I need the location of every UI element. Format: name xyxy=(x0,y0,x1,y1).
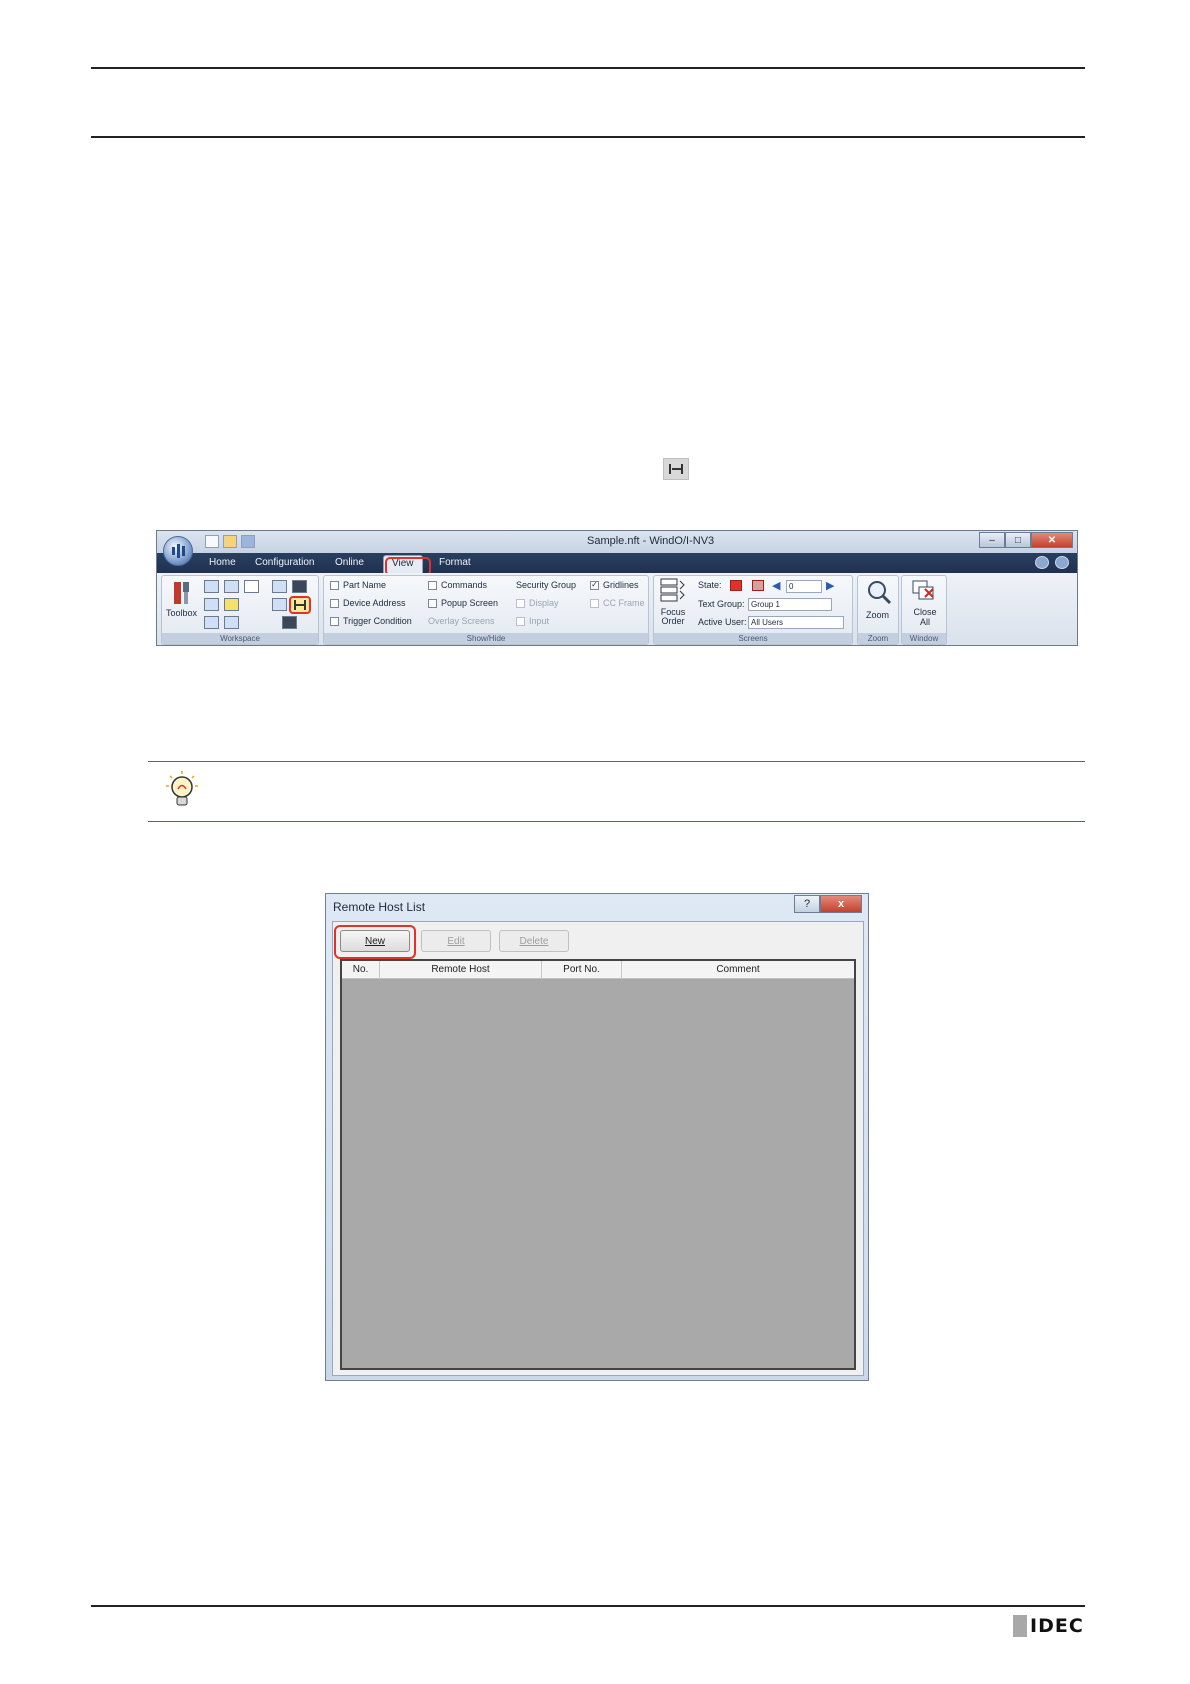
logo-text: IDEC xyxy=(1030,1615,1084,1637)
checkbox-input: Input xyxy=(516,616,549,626)
network-icon[interactable] xyxy=(224,616,239,629)
tab-online[interactable]: Online xyxy=(335,557,364,568)
ribbon-body: Toolbox Workspace Part Name Device Addre… xyxy=(157,573,1077,645)
footer-rule xyxy=(91,1605,1085,1607)
new-button[interactable]: New xyxy=(340,930,410,952)
search-window-icon[interactable] xyxy=(272,598,287,611)
idec-logo: IDEC xyxy=(1013,1615,1084,1637)
logo-mark xyxy=(1013,1615,1027,1637)
overlay-screens-label: Overlay Screens xyxy=(428,616,495,626)
header-rule-bottom xyxy=(91,136,1085,138)
column-no[interactable]: No. xyxy=(342,961,380,979)
minimize-icon[interactable]: – xyxy=(979,532,1005,548)
group-window: Close All Window xyxy=(901,575,947,645)
language-icon[interactable] xyxy=(1035,556,1049,569)
delete-button[interactable]: Delete xyxy=(499,930,569,952)
checkbox-part-name[interactable]: Part Name xyxy=(330,580,386,590)
ribbon-screenshot: Sample.nft - WindO/I-NV3 – □ ✕ Home Conf… xyxy=(156,530,1078,646)
group-show-hide: Part Name Device Address Trigger Conditi… xyxy=(323,575,649,645)
active-user-select[interactable]: All Users xyxy=(748,616,844,629)
column-port-no[interactable]: Port No. xyxy=(542,961,622,979)
state-label: State: xyxy=(698,580,722,590)
checkbox-popup-screen[interactable]: Popup Screen xyxy=(428,598,498,608)
tab-home[interactable]: Home xyxy=(209,557,236,568)
ribbon-tabs: Home Configuration Online View Format xyxy=(157,553,1077,573)
tip-rule-top xyxy=(148,761,1085,762)
zoom-button-label[interactable]: Zoom xyxy=(866,610,889,620)
overview-icon[interactable] xyxy=(204,598,219,611)
new-file-icon[interactable] xyxy=(205,535,219,548)
save-icon[interactable] xyxy=(241,535,255,548)
tag-icon[interactable] xyxy=(224,598,239,611)
toolbox-icon[interactable] xyxy=(172,580,194,606)
quick-access-toolbar xyxy=(205,535,255,548)
property-icon[interactable] xyxy=(224,580,239,593)
table-header: No. Remote Host Port No. Comment xyxy=(342,961,854,979)
magnifier-icon[interactable] xyxy=(866,579,892,605)
bar-chart-icon[interactable] xyxy=(289,596,311,614)
screen-list-icon[interactable] xyxy=(204,580,219,593)
checkbox-trigger-condition[interactable]: Trigger Condition xyxy=(330,616,412,626)
maximize-icon[interactable]: □ xyxy=(1005,532,1031,548)
security-group-label: Security Group xyxy=(516,580,577,590)
checkbox-gridlines[interactable]: ✓ Gridlines xyxy=(590,580,639,590)
user-icon[interactable] xyxy=(282,616,297,629)
close-all-icon[interactable] xyxy=(911,579,937,605)
remote-host-list-dialog: Remote Host List ? x New Edit Delete No.… xyxy=(325,893,869,1381)
grid-icon[interactable] xyxy=(244,580,259,593)
focus-order-icon[interactable] xyxy=(660,578,686,604)
dialog-controls: ? x xyxy=(794,895,862,913)
toolbox-label[interactable]: Toolbox xyxy=(166,608,197,618)
next-state-icon[interactable]: ▶ xyxy=(826,579,834,592)
close-icon[interactable]: x xyxy=(820,895,862,913)
state-number-field[interactable]: 0 xyxy=(786,580,822,593)
close-all-label[interactable]: Close All xyxy=(908,607,942,627)
open-folder-icon[interactable] xyxy=(223,535,237,548)
group-zoom: Zoom Zoom xyxy=(857,575,899,645)
dialog-client-area: New Edit Delete No. Remote Host Port No.… xyxy=(332,921,864,1376)
lock-icon[interactable] xyxy=(292,580,307,593)
remote-host-table[interactable]: No. Remote Host Port No. Comment xyxy=(340,959,856,1370)
edit-button[interactable]: Edit xyxy=(421,930,491,952)
group-screens: Focus Order State: ◀ 0 ▶ Text Group: Gro… xyxy=(653,575,853,645)
bar-chart-icon xyxy=(663,458,689,480)
checkbox-display: Display xyxy=(516,598,559,608)
screens-group-label: Screens xyxy=(654,633,852,644)
light-bulb-icon xyxy=(166,771,198,806)
data-browser-icon[interactable] xyxy=(272,580,287,593)
active-user-label: Active User: xyxy=(698,617,747,627)
column-comment[interactable]: Comment xyxy=(622,961,854,979)
previous-state-icon[interactable]: ◀ xyxy=(772,579,780,592)
checkbox-cc-frame: CC Frame xyxy=(590,598,645,608)
workspace-group-label: Workspace xyxy=(162,633,318,644)
show-hide-group-label: Show/Hide xyxy=(324,633,648,644)
text-group-select[interactable]: Group 1 xyxy=(748,598,832,611)
title-bar: Sample.nft - WindO/I-NV3 – □ ✕ xyxy=(157,531,1077,553)
checkbox-commands[interactable]: Commands xyxy=(428,580,487,590)
zoom-group-label: Zoom xyxy=(858,633,898,644)
help-icon[interactable]: ? xyxy=(794,895,820,913)
window-title: Sample.nft - WindO/I-NV3 xyxy=(587,535,715,547)
ribbon-help-area xyxy=(1035,556,1069,569)
tab-configuration[interactable]: Configuration xyxy=(255,557,314,568)
edit-list-icon[interactable] xyxy=(204,616,219,629)
close-icon[interactable]: ✕ xyxy=(1031,532,1073,548)
window-group-label: Window xyxy=(902,633,946,644)
group-workspace: Toolbox Workspace xyxy=(161,575,319,645)
window-controls: – □ ✕ xyxy=(979,532,1073,548)
checkbox-device-address[interactable]: Device Address xyxy=(330,598,406,608)
header-rule-top xyxy=(91,67,1085,69)
tab-format[interactable]: Format xyxy=(439,557,471,568)
tip-rule-bottom xyxy=(148,821,1085,822)
dialog-title: Remote Host List xyxy=(333,900,426,914)
text-group-label: Text Group: xyxy=(698,599,745,609)
state-on-icon[interactable] xyxy=(752,580,764,591)
state-off-icon[interactable] xyxy=(730,580,742,591)
help-icon[interactable] xyxy=(1055,556,1069,569)
application-menu-button[interactable] xyxy=(163,536,193,566)
column-remote-host[interactable]: Remote Host xyxy=(380,961,542,979)
focus-order-label[interactable]: Focus Order xyxy=(660,608,686,626)
